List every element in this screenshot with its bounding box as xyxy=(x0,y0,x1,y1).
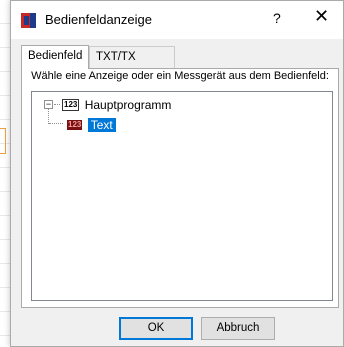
number-badge-icon: 123 xyxy=(62,98,80,111)
help-button[interactable]: ? xyxy=(273,10,281,26)
tree-node-hauptprogramm[interactable]: 123 Hauptprogramm xyxy=(62,96,171,112)
app-icon xyxy=(21,13,36,28)
tree-node-label-selected: Text xyxy=(87,117,116,132)
display-badge-icon: 123 xyxy=(67,119,83,130)
dialog-window: Bedienfeldanzeige ? ✕ TXT/TX Display Bed… xyxy=(10,0,344,347)
title-bar: Bedienfeldanzeige ? ✕ xyxy=(11,1,343,39)
tree-connector-root xyxy=(54,104,60,105)
tab-bedienfeld[interactable]: Bedienfeld xyxy=(21,45,89,69)
tree-connector-horizontal xyxy=(49,123,63,124)
tree-view[interactable]: − 123 Hauptprogramm 123 Text xyxy=(31,91,333,301)
tree-connector-vertical xyxy=(48,109,49,124)
canvas-block-marker xyxy=(0,128,6,154)
collapse-icon[interactable]: − xyxy=(44,100,53,109)
tab-txt-tx-display[interactable]: TXT/TX Display xyxy=(89,46,175,83)
close-button[interactable]: ✕ xyxy=(314,7,329,25)
tree-node-label: Hauptprogramm xyxy=(84,97,172,112)
cancel-button[interactable]: Abbruch xyxy=(201,317,275,340)
ok-button[interactable]: OK xyxy=(119,317,193,340)
tree-node-text[interactable]: 123 Text xyxy=(67,116,116,132)
dialog-title: Bedienfeldanzeige xyxy=(45,12,152,27)
instruction-text: Wähle eine Anzeige oder ein Messgerät au… xyxy=(31,70,329,82)
